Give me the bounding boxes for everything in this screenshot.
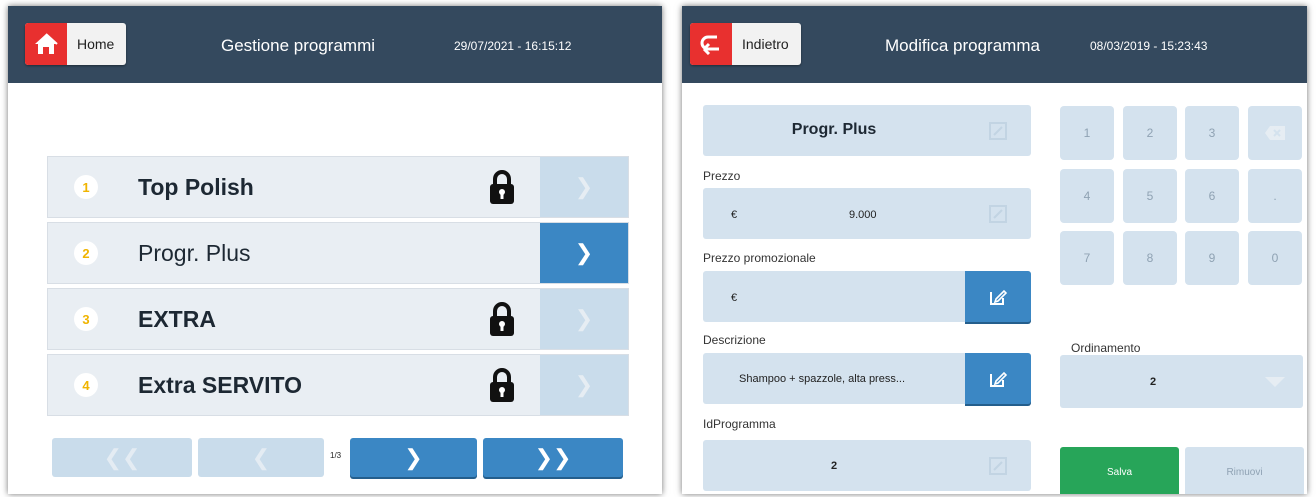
program-name-field: Progr. Plus [703,105,1031,156]
chevron-right-icon: ❯ [404,444,423,470]
double-chevron-right-icon: ❯❯ [534,444,572,470]
key-6[interactable]: 6 [1185,169,1239,223]
descrizione-field[interactable]: Shampoo + spazzole, alta press... [703,353,1031,404]
idprogramma-value: 2 [830,460,838,472]
key-2[interactable]: 2 [1123,106,1177,160]
program-row[interactable]: 1 Top Polish ❯ [47,156,629,218]
chevron-right-icon: ❯ [574,174,594,199]
currency-symbol: € [731,292,738,304]
prezzo-value: 9.000 [849,209,877,221]
save-button[interactable]: Salva [1060,447,1179,494]
key-9[interactable]: 9 [1185,231,1239,285]
prezzo-field[interactable]: € 9.000 [703,188,1031,239]
key-1[interactable]: 1 [1060,106,1114,160]
program-number: 2 [74,241,98,265]
home-button[interactable]: Home [25,23,127,65]
home-label: Home [77,36,115,52]
edit-icon [990,289,1008,305]
edit-icon [965,440,1031,491]
double-chevron-left-icon: ❮❮ [103,444,141,470]
program-name: Extra SERVITO [138,371,303,398]
page-title: Modifica programma [885,36,1040,55]
lock-icon [488,301,516,342]
key-0[interactable]: 0 [1248,231,1302,285]
header-bar: Home Gestione programmi 29/07/2021 - 16:… [8,6,662,83]
back-button[interactable]: Indietro [690,23,801,65]
key-7[interactable]: 7 [1060,231,1114,285]
lock-icon [488,367,516,408]
datetime: 29/07/2021 - 16:15:12 [454,39,572,53]
last-page-button[interactable]: ❯❯ [483,438,623,477]
chevron-right-icon: ❯ [574,372,594,397]
home-icon [25,23,67,65]
prezzo-promo-label: Prezzo promozionale [703,251,816,265]
program-name-value: Progr. Plus [791,121,877,138]
program-number: 3 [74,307,98,331]
page-title: Gestione programmi [221,36,376,55]
dropdown-arrow-icon [1247,355,1303,408]
idprogramma-field: 2 [703,440,1031,491]
ordinamento-select[interactable]: 2 [1060,355,1303,408]
open-program-button[interactable]: ❯ [540,289,628,349]
back-label: Indietro [742,36,789,52]
open-program-button[interactable]: ❯ [540,157,628,217]
remove-button[interactable]: Rimuovi [1185,447,1304,494]
program-name: Top Polish [138,173,254,200]
edit-icon [965,188,1031,239]
key-dot[interactable]: . [1248,169,1302,223]
program-row[interactable]: 2 Progr. Plus ❯ [47,222,629,284]
program-row[interactable]: 4 Extra SERVITO ❯ [47,354,629,416]
program-name: Progr. Plus [138,239,251,266]
descrizione-value: Shampoo + spazzole, alta press... [739,373,906,385]
program-number: 4 [74,373,98,397]
header-bar: Indietro Modifica programma 08/03/2019 -… [682,6,1307,83]
first-page-button[interactable]: ❮❮ [52,438,192,477]
edit-prezzo-promo-button[interactable] [965,271,1031,322]
backspace-icon [1265,126,1285,140]
prezzo-label: Prezzo [703,169,741,183]
back-arrow-icon [690,23,732,65]
lock-icon [488,169,516,210]
datetime: 08/03/2019 - 15:23:43 [1090,39,1208,53]
key-3[interactable]: 3 [1185,106,1239,160]
open-program-button[interactable]: ❯ [540,223,628,283]
next-page-button[interactable]: ❯ [350,438,477,477]
page-indicator: 1/3 [330,451,342,460]
ordinamento-label: Ordinamento [1071,341,1141,355]
idprogramma-label: IdProgramma [703,417,776,431]
chevron-left-icon: ❮ [251,444,271,470]
chevron-right-icon: ❯ [574,306,594,331]
edit-icon [990,371,1008,387]
key-4[interactable]: 4 [1060,169,1114,223]
program-number: 1 [74,175,98,199]
program-name: EXTRA [138,305,216,332]
program-row[interactable]: 3 EXTRA ❯ [47,288,629,350]
currency-symbol: € [731,209,738,221]
ordinamento-value: 2 [1149,376,1157,388]
prev-page-button[interactable]: ❮ [198,438,324,477]
key-5[interactable]: 5 [1123,169,1177,223]
prezzo-promo-field[interactable]: € [703,271,1031,322]
descrizione-label: Descrizione [703,333,766,347]
backspace-key[interactable] [1248,106,1302,160]
chevron-right-icon: ❯ [574,240,594,265]
gestione-programmi-window: Home Gestione programmi 29/07/2021 - 16:… [8,6,662,494]
open-program-button[interactable]: ❯ [540,355,628,415]
edit-descrizione-button[interactable] [965,353,1031,404]
modifica-programma-window: Indietro Modifica programma 08/03/2019 -… [682,6,1307,494]
key-8[interactable]: 8 [1123,231,1177,285]
edit-icon [965,105,1031,156]
